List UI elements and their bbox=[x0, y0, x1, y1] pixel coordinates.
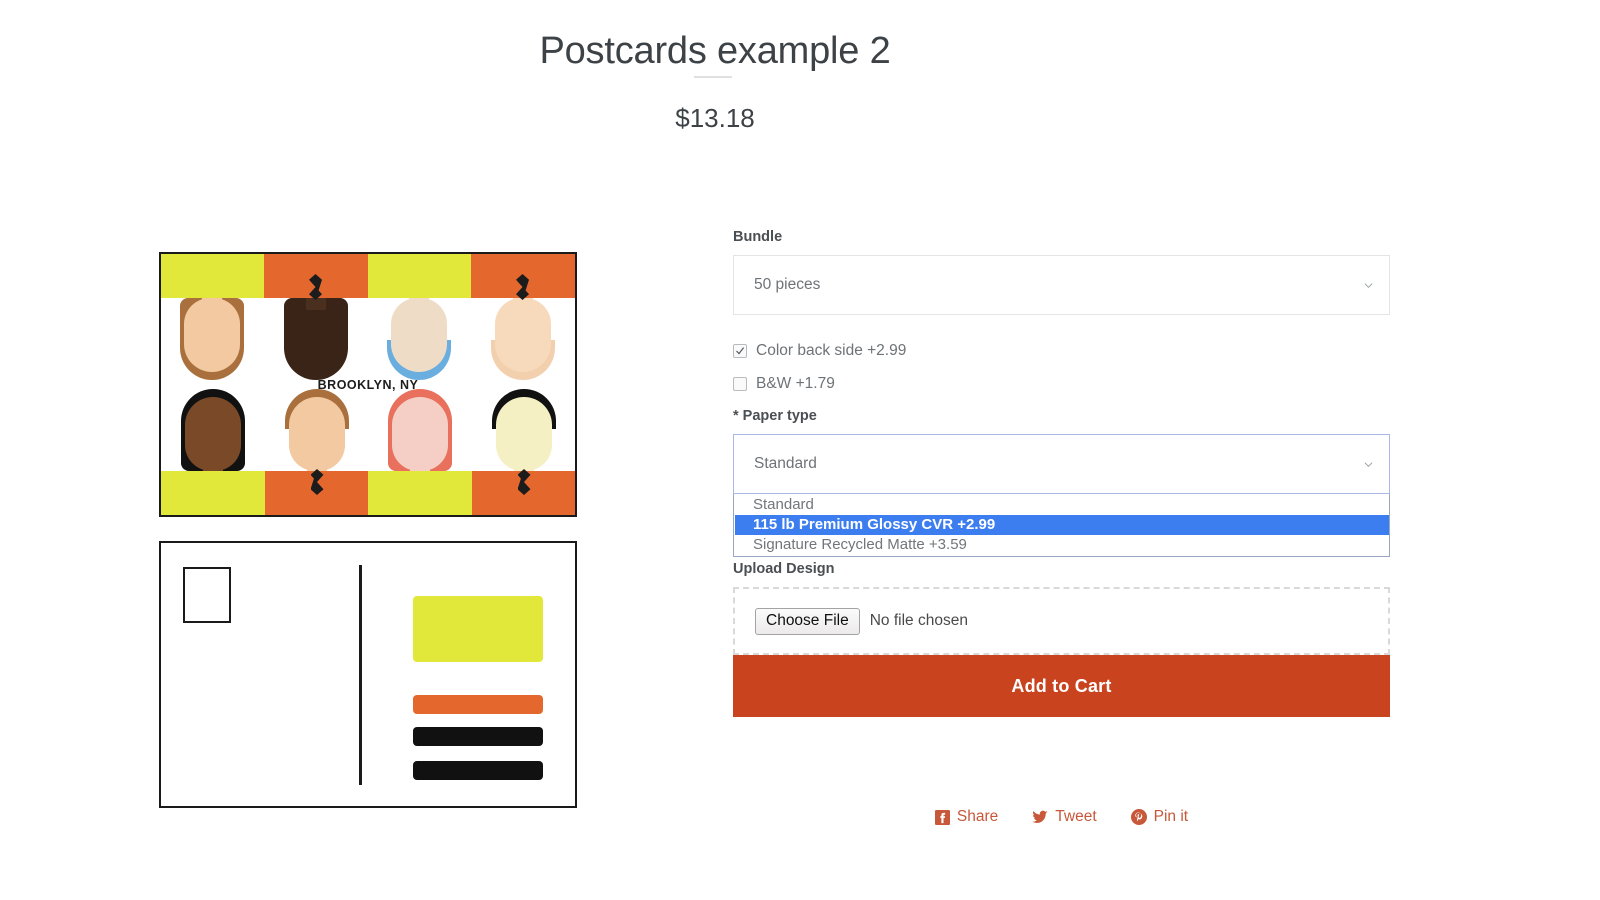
address-block-yellow bbox=[413, 596, 543, 662]
postcard-back-image[interactable] bbox=[159, 541, 577, 808]
address-line-orange bbox=[413, 695, 543, 714]
product-gallery: BROOKLYN, NY bbox=[159, 252, 577, 808]
add-to-cart-button[interactable]: Add to Cart bbox=[733, 655, 1390, 717]
paper-type-selected-value: Standard bbox=[754, 455, 817, 472]
shoulders-shape bbox=[161, 254, 265, 298]
facebook-icon bbox=[934, 809, 950, 825]
share-twitter-label: Tweet bbox=[1055, 808, 1097, 825]
chevron-down-icon bbox=[1364, 460, 1373, 469]
paper-type-option-premium-glossy[interactable]: 115 lb Premium Glossy CVR +2.99 bbox=[735, 515, 1389, 535]
checkbox-label-bw: B&W +1.79 bbox=[756, 375, 835, 392]
pinterest-icon bbox=[1130, 809, 1147, 825]
address-line-black-1 bbox=[413, 727, 543, 746]
twitter-icon bbox=[1032, 810, 1048, 824]
bundle-select[interactable]: 50 pieces bbox=[733, 255, 1390, 315]
share-twitter-link[interactable]: Tweet bbox=[1032, 808, 1097, 826]
product-price: $13.18 bbox=[675, 103, 755, 133]
person-figure bbox=[367, 254, 472, 384]
person-figure bbox=[471, 385, 575, 515]
chevron-down-icon bbox=[1364, 281, 1373, 290]
upload-design-label: Upload Design bbox=[733, 561, 835, 577]
shoulders-shape bbox=[368, 471, 472, 515]
checkbox-row-bw[interactable]: B&W +1.79 bbox=[733, 374, 1390, 394]
person-figure bbox=[264, 254, 368, 384]
checkbox-label-color-back-side: Color back side +2.99 bbox=[756, 342, 907, 359]
person-figure bbox=[161, 254, 265, 384]
share-pinterest-link[interactable]: Pin it bbox=[1130, 808, 1189, 826]
share-pinterest-label: Pin it bbox=[1153, 808, 1189, 825]
paper-type-option-recycled-matte[interactable]: Signature Recycled Matte +3.59 bbox=[735, 535, 1389, 555]
share-row: Share Tweet Pin it bbox=[733, 808, 1390, 826]
product-page: Postcards example 2 $13.18 BROOKLYN, NY … bbox=[0, 0, 1600, 900]
paper-type-options-list[interactable]: Standard 115 lb Premium Glossy CVR +2.99… bbox=[733, 494, 1390, 557]
paper-type-label: * Paper type bbox=[733, 408, 817, 424]
bundle-label: Bundle bbox=[733, 229, 783, 245]
checkbox-color-back-side[interactable] bbox=[733, 344, 747, 358]
postcard-front-image[interactable]: BROOKLYN, NY bbox=[159, 252, 577, 517]
share-facebook-link[interactable]: Share bbox=[934, 808, 999, 826]
stamp-box bbox=[183, 567, 231, 623]
address-line-black-2 bbox=[413, 761, 543, 780]
checkbox-row-color-back-side[interactable]: Color back side +2.99 bbox=[733, 341, 1390, 361]
shoulders-shape bbox=[161, 471, 265, 515]
person-figure bbox=[368, 385, 472, 515]
paper-type-option-standard[interactable]: Standard bbox=[735, 495, 1389, 515]
postcard-divider-line bbox=[359, 565, 362, 785]
share-facebook-label: Share bbox=[956, 808, 999, 825]
person-figure bbox=[471, 254, 575, 384]
title-divider bbox=[694, 76, 732, 78]
person-figure bbox=[264, 385, 369, 515]
bundle-selected-value: 50 pieces bbox=[754, 276, 821, 293]
faces-row-bottom bbox=[161, 385, 575, 515]
choose-file-button[interactable]: Choose File bbox=[755, 607, 860, 635]
shoulders-shape bbox=[367, 254, 472, 298]
product-form: Bundle 50 pieces Color back side +2.99 B… bbox=[733, 228, 1390, 717]
checkbox-bw[interactable] bbox=[733, 377, 747, 391]
page-title: Postcards example 2 bbox=[539, 30, 891, 73]
file-status-text: No file chosen bbox=[869, 612, 968, 629]
paper-type-select[interactable]: Standard bbox=[733, 434, 1390, 494]
upload-design-dropzone[interactable]: Choose File No file chosen bbox=[733, 587, 1390, 655]
person-figure bbox=[161, 385, 265, 515]
faces-row-top bbox=[161, 254, 575, 384]
